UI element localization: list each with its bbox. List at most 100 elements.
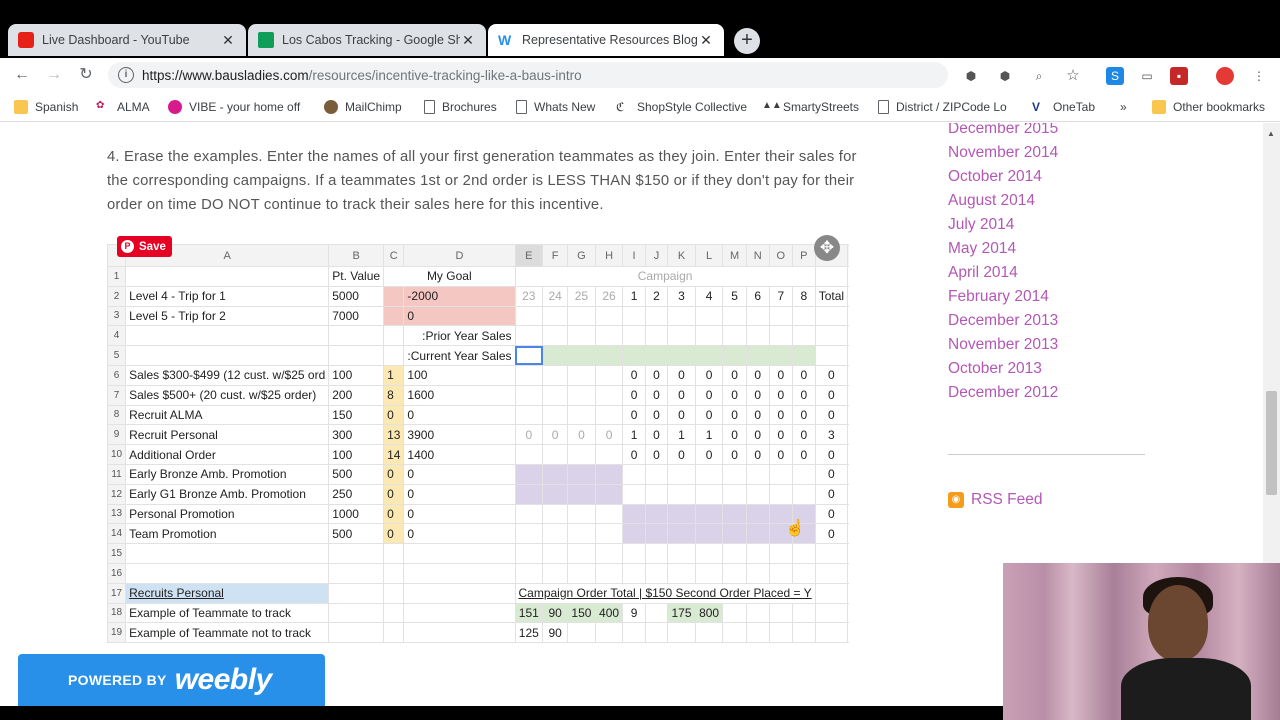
- bookmarks-overflow-button[interactable]: »: [1120, 100, 1127, 114]
- sheet-cell: [328, 622, 385, 644]
- sheet-cell: [514, 305, 544, 327]
- cast-icon[interactable]: ▭: [1138, 67, 1156, 85]
- sheet-cell: 100: [328, 444, 385, 465]
- sheet-cell: [567, 463, 596, 485]
- archive-link[interactable]: December 2012: [948, 381, 1148, 405]
- rss-feed-link[interactable]: ◉ RSS Feed: [948, 491, 1043, 509]
- sheet-cell: [383, 543, 405, 564]
- sheet-cell: [667, 523, 696, 545]
- bookmark-alma[interactable]: ✿ ALMA: [96, 100, 150, 114]
- sheet-cell: 0: [644, 444, 669, 465]
- close-icon[interactable]: ✕: [698, 32, 714, 49]
- sheet-cell: [667, 503, 696, 525]
- scroll-up-arrow-icon[interactable]: ▲: [1267, 129, 1275, 138]
- sheet-cell: 300: [328, 424, 385, 446]
- archive-link[interactable]: May 2014: [948, 237, 1148, 261]
- new-tab-button[interactable]: +: [734, 28, 760, 54]
- sheet-cell: 1400: [403, 444, 516, 465]
- bookmark-other[interactable]: Other bookmarks: [1152, 100, 1265, 114]
- back-arrow-icon[interactable]: ←: [12, 65, 32, 85]
- sheet-cell: [542, 305, 569, 327]
- archive-link[interactable]: November 2014: [948, 141, 1148, 165]
- sheet-cell: [125, 266, 330, 287]
- bookmark-whats-new[interactable]: Whats New: [516, 100, 595, 114]
- powered-by-weebly-banner[interactable]: POWERED BY weebly: [18, 654, 325, 706]
- sheet-cell: [847, 602, 849, 624]
- bookmark-onetab[interactable]: V OneTab: [1032, 100, 1095, 114]
- address-bar[interactable]: i https://www.bausladies.com/resources/i…: [108, 62, 948, 88]
- sheet-cell: [667, 543, 696, 564]
- bookmark-smartystreets[interactable]: ▲▲ SmartyStreets: [762, 100, 859, 114]
- archive-link[interactable]: November 2013: [948, 333, 1148, 357]
- sheet-cell: Total: [814, 285, 849, 307]
- move-handle-icon[interactable]: ✥: [814, 235, 840, 261]
- sheet-cell: [722, 483, 747, 505]
- archive-link[interactable]: December 2013: [948, 309, 1148, 333]
- extension-icon[interactable]: ▪: [1170, 67, 1188, 85]
- sheet-cell: 7: [768, 285, 793, 307]
- bookmark-brochures[interactable]: Brochures: [424, 100, 497, 114]
- sheet-cell: [594, 483, 624, 505]
- sheet-cell: [644, 345, 669, 366]
- column-header: J: [644, 244, 669, 267]
- sheet-cell: 0: [403, 463, 516, 485]
- sheet-cell: 0: [622, 384, 646, 406]
- archive-link[interactable]: August 2014: [948, 189, 1148, 213]
- bookmark-shopstyle[interactable]: ℭ ShopStyle Collective: [616, 100, 747, 114]
- profile-icon[interactable]: [1216, 67, 1234, 85]
- sheet-cell: 1: [847, 364, 849, 386]
- spreadsheet-table: A B C D E F G H I J K L M N O P 1 Pt. Value My Goal Campaig…: [107, 244, 849, 644]
- sheet-cell: [542, 503, 569, 525]
- close-icon[interactable]: ✕: [220, 32, 236, 49]
- archive-link[interactable]: December 2015: [948, 123, 1148, 141]
- sheet-cell: Example of Teammate to track: [125, 602, 330, 624]
- tab-blog[interactable]: W Representative Resources Blog ✕: [488, 24, 724, 56]
- sheet-cell: 0: [514, 424, 544, 446]
- archive-link[interactable]: February 2014: [948, 285, 1148, 309]
- scrollbar-thumb[interactable]: [1266, 391, 1277, 495]
- url-text: https://www.bausladies.com/resources/inc…: [142, 68, 582, 83]
- sheet-cell: [328, 345, 385, 366]
- sheet-cell: [542, 562, 569, 584]
- sheet-cell: [594, 622, 624, 644]
- tab-sheets[interactable]: Los Cabos Tracking - Google She ✕: [248, 24, 486, 56]
- sheet-cell: 0: [768, 384, 793, 406]
- menu-icon[interactable]: ⋮: [1250, 67, 1268, 85]
- archive-link[interactable]: April 2014: [948, 261, 1148, 285]
- sheet-cell: Early Bronze Amb. Promotion: [125, 463, 330, 485]
- sheet-cell: [768, 543, 793, 564]
- archive-link[interactable]: July 2014: [948, 213, 1148, 237]
- zoom-icon[interactable]: ⌕: [1030, 67, 1048, 85]
- sheet-cell: [847, 266, 849, 287]
- bookmark-vibe[interactable]: VIBE - your home off: [168, 100, 317, 114]
- bookmark-district[interactable]: District / ZIPCode Lo: [878, 100, 1014, 114]
- weebly-icon: W: [498, 32, 512, 48]
- bookmark-spanish[interactable]: Spanish: [14, 100, 78, 114]
- info-icon[interactable]: i: [118, 67, 134, 83]
- sheet-cell: [745, 602, 770, 624]
- sheet-cell: [567, 305, 596, 327]
- sheet-cell: 1: [622, 424, 646, 446]
- pinterest-save-button[interactable]: P Save: [117, 236, 172, 257]
- star-icon[interactable]: ☆: [1064, 67, 1082, 85]
- sheet-cell: [667, 483, 696, 505]
- bookmark-mailchimp[interactable]: MailChimp: [324, 100, 402, 114]
- forward-arrow-icon[interactable]: →: [44, 65, 64, 85]
- reload-icon[interactable]: ↻: [76, 65, 96, 85]
- sheet-cell: 0: [403, 523, 516, 545]
- sheet-cell: 0: [722, 424, 747, 446]
- row-number: 14: [107, 523, 127, 545]
- extension-icon[interactable]: ⬢: [962, 67, 980, 85]
- sheet-cell: [694, 562, 724, 584]
- page-icon: [878, 100, 889, 114]
- sheet-cell: [644, 483, 669, 505]
- sheet-cell: 0: [644, 384, 669, 406]
- sheet-cell: [644, 325, 669, 347]
- extension-icon[interactable]: ⬢: [996, 67, 1014, 85]
- extension-icon[interactable]: S: [1106, 67, 1124, 85]
- archive-link[interactable]: October 2013: [948, 357, 1148, 381]
- tab-youtube[interactable]: Live Dashboard - YouTube ✕: [8, 24, 246, 56]
- close-icon[interactable]: ✕: [460, 32, 476, 49]
- column-header: P: [791, 244, 816, 267]
- archive-link[interactable]: October 2014: [948, 165, 1148, 189]
